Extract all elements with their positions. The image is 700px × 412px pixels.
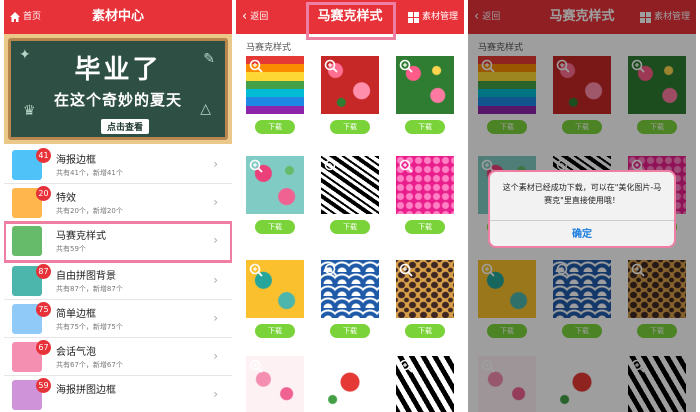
pattern-tile: 下载: [396, 56, 454, 134]
pattern-preview[interactable]: [321, 260, 379, 318]
pattern-tile: 下载: [321, 156, 379, 234]
chevron-right-icon: ›: [213, 195, 218, 209]
download-button[interactable]: 下载: [330, 120, 370, 134]
new-count-badge: 41: [36, 148, 51, 163]
category-name: 海报边框: [56, 155, 96, 166]
zoom-in-icon[interactable]: [399, 59, 413, 73]
list-item[interactable]: 20 特效共有20个，新增20个 ›: [4, 184, 232, 222]
list-item[interactable]: 59 海报拼图边框 ›: [4, 376, 232, 412]
category-count: 共有59个: [56, 245, 86, 253]
chevron-right-icon: ›: [213, 387, 218, 401]
pattern-preview[interactable]: [246, 56, 304, 114]
top-bar: 首页 素材中心: [4, 0, 232, 34]
zoom-in-icon[interactable]: [249, 359, 263, 373]
category-name: 自由拼图背景: [56, 271, 116, 282]
download-button[interactable]: 下载: [255, 220, 295, 234]
chevron-right-icon: ›: [213, 273, 218, 287]
mosaic-download-screen: ‹ 返回 马赛克样式 素材管理 马赛克样式 下载下载下载下载下载下载下载下载下载…: [468, 0, 696, 412]
pattern-tile: 下载: [321, 56, 379, 134]
category-list: 41 海报边框 共有41个，新增41个 › 20 特效 共有20个，新增20个 › 马赛克样式共…: [4, 146, 232, 412]
zoom-in-icon[interactable]: [249, 59, 263, 73]
category-count: 共有75个，新增75个: [56, 323, 123, 331]
download-button[interactable]: 下载: [330, 220, 370, 234]
category-count: 共有67个，新增67个: [56, 361, 123, 369]
pattern-tile: [246, 356, 304, 412]
zoom-in-icon[interactable]: [324, 159, 338, 173]
pattern-tile: 下载: [321, 260, 379, 338]
new-count-badge: 75: [36, 302, 51, 317]
zoom-in-icon[interactable]: [399, 159, 413, 173]
pattern-preview[interactable]: [246, 260, 304, 318]
download-button[interactable]: 下载: [405, 120, 445, 134]
list-item[interactable]: 75 简单边框共有75个，新增75个 ›: [4, 300, 232, 338]
banner-cta[interactable]: 点击查看: [101, 119, 150, 134]
section-title: 马赛克样式: [246, 43, 292, 53]
pattern-preview[interactable]: [321, 56, 379, 114]
download-button[interactable]: 下载: [330, 324, 370, 338]
category-count: 共有20个，新增20个: [56, 207, 123, 215]
download-button[interactable]: 下载: [405, 220, 445, 234]
download-button[interactable]: 下载: [255, 324, 295, 338]
zoom-in-icon[interactable]: [324, 263, 338, 277]
page-title: 素材中心: [91, 9, 144, 24]
list-item[interactable]: 67 会话气泡共有67个，新增67个 ›: [4, 338, 232, 376]
chevron-right-icon: ›: [213, 311, 218, 325]
pattern-preview[interactable]: [321, 356, 379, 412]
pattern-tile: 下载: [246, 260, 304, 338]
material-center-screen: 首页 素材中心 ✦ ✎ △ ♛ 毕业了 在这个奇妙的夏天 点击查看 41 海报边框…: [4, 0, 232, 412]
zoom-in-icon[interactable]: [399, 263, 413, 277]
pattern-preview[interactable]: [246, 156, 304, 214]
list-item[interactable]: 马赛克样式共有59个 ›: [4, 221, 232, 263]
download-button[interactable]: 下载: [405, 324, 445, 338]
material-manage-button[interactable]: 素材管理: [407, 0, 458, 34]
download-button[interactable]: 下载: [255, 120, 295, 134]
banner-headline: 毕业了: [74, 55, 162, 85]
list-item[interactable]: 41 海报边框共有41个，新增41个 ›: [4, 146, 232, 184]
download-success-dialog: 这个素材已经成功下载，可以在"美化图片-马赛克"里直接使用哦！ 确定: [488, 170, 676, 248]
category-count: 共有87个，新增87个: [56, 285, 123, 293]
confirm-button[interactable]: 确定: [490, 223, 674, 247]
category-name: 特效: [56, 193, 76, 204]
banner-subline: 在这个奇妙的夏天: [53, 91, 182, 109]
category-name: 简单边框: [56, 309, 96, 320]
pattern-tile: 下载: [396, 156, 454, 234]
new-count-badge: 67: [36, 340, 51, 355]
dialog-message: 这个素材已经成功下载，可以在"美化图片-马赛克"里直接使用哦！: [502, 183, 662, 205]
pattern-tile: 下载: [246, 56, 304, 134]
pattern-preview[interactable]: [246, 356, 304, 412]
category-count: 共有41个，新增41个: [56, 169, 123, 177]
category-name: 会话气泡: [56, 347, 96, 358]
chevron-right-icon: ›: [213, 157, 218, 171]
pattern-tile: [321, 356, 379, 412]
new-count-badge: 59: [36, 378, 51, 393]
chevron-right-icon: ›: [213, 349, 218, 363]
new-count-badge: 87: [36, 264, 51, 279]
mosaic-screen: ‹ 返回 马赛克样式 素材管理 马赛克样式 下载 下载 下载 下载 下载 下载 下载 下载 下载: [236, 0, 464, 412]
pattern-preview[interactable]: [396, 260, 454, 318]
manage-label: 素材管理: [421, 12, 458, 22]
list-item[interactable]: 87 自由拼图背景 共有87个，新增87个 ›: [4, 262, 232, 300]
zoom-in-icon[interactable]: [324, 59, 338, 73]
pattern-preview[interactable]: [396, 56, 454, 114]
zoom-in-icon[interactable]: [249, 263, 263, 277]
pattern-tile: 下载: [246, 156, 304, 234]
pattern-preview[interactable]: [396, 356, 454, 412]
promo-banner[interactable]: ✦ ✎ △ ♛ 毕业了 在这个奇妙的夏天 点击查看: [4, 34, 232, 144]
zoom-in-icon[interactable]: [249, 159, 263, 173]
pattern-preview[interactable]: [396, 156, 454, 214]
zoom-in-icon[interactable]: [399, 359, 413, 373]
dialog-divider: [490, 220, 674, 221]
chevron-right-icon: ›: [213, 233, 218, 247]
zoom-in-icon[interactable]: [324, 359, 338, 373]
category-name: 海报拼图边框: [56, 385, 116, 396]
category-name: 马赛克样式: [56, 231, 106, 242]
pattern-tile: 下载: [396, 260, 454, 338]
pattern-preview[interactable]: [321, 156, 379, 214]
grid-icon: [407, 11, 419, 23]
new-count-badge: 20: [36, 186, 51, 201]
pattern-tile: [396, 356, 454, 412]
chalkboard: ✦ ✎ △ ♛ 毕业了 在这个奇妙的夏天 点击查看: [8, 38, 228, 140]
category-thumbnail: [12, 226, 42, 256]
title-highlight: [306, 2, 396, 40]
